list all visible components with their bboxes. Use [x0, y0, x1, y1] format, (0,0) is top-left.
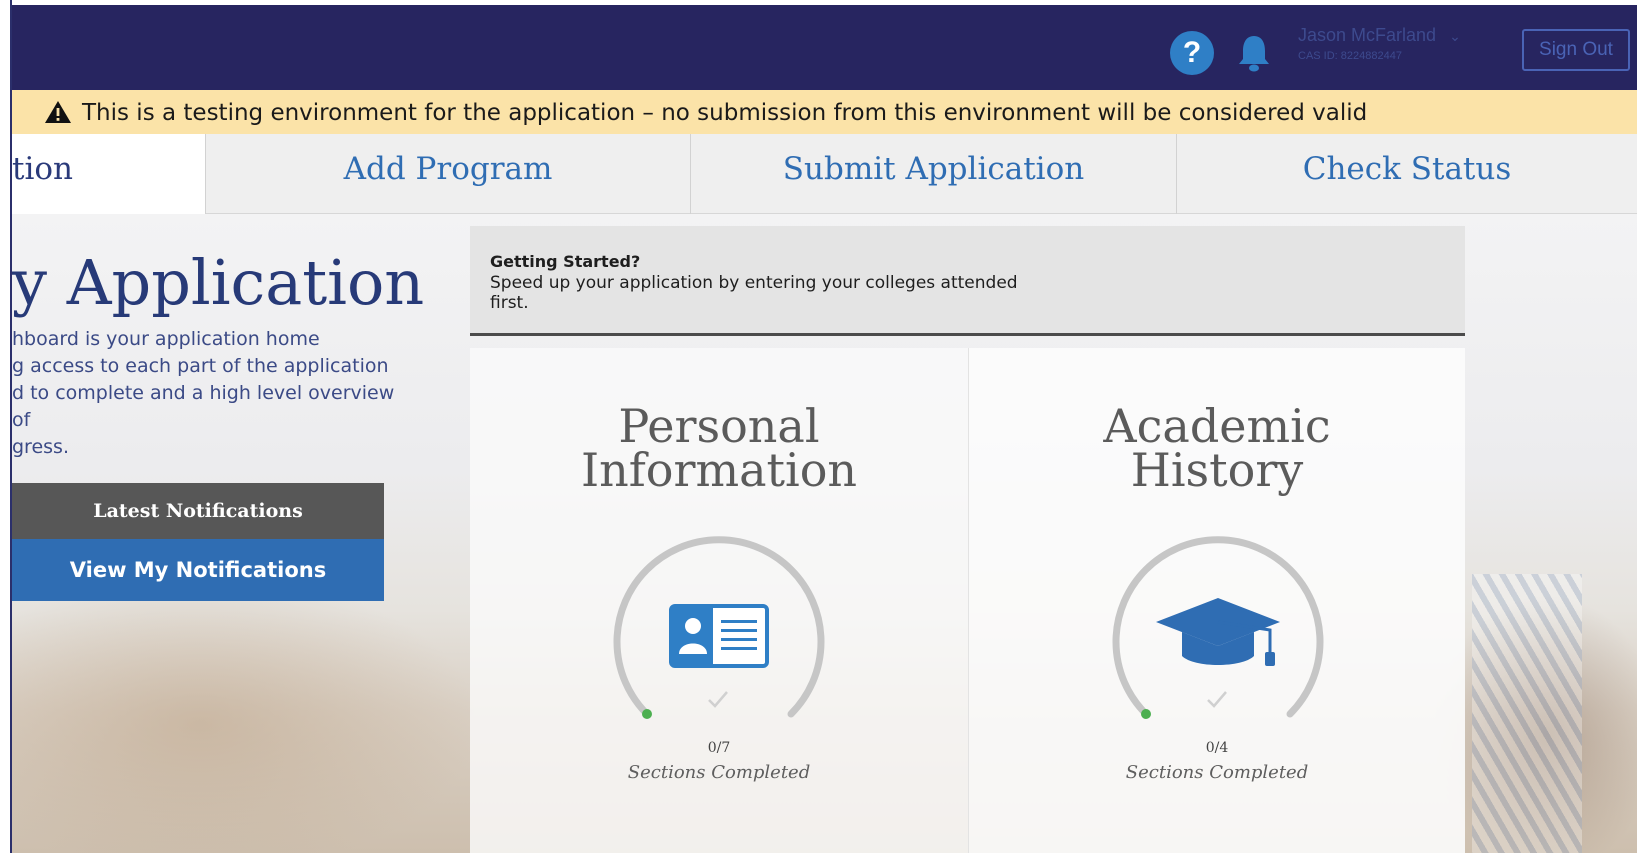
academic-history-card[interactable]: Academic History 0/4 Sections Completed: [968, 348, 1465, 853]
sign-out-button[interactable]: Sign Out: [1522, 29, 1630, 71]
progress-ring: [1112, 536, 1324, 719]
tab-my-application[interactable]: tion: [12, 134, 205, 214]
help-icon[interactable]: ?: [1170, 31, 1214, 75]
sections-count: 0/4: [1205, 740, 1229, 756]
getting-started-panel: Getting Started? Speed up your applicati…: [470, 226, 1465, 336]
intro-line: hboard is your application home: [12, 328, 320, 350]
hero-scarf-shape: [1472, 574, 1582, 853]
id-card-icon: [669, 604, 769, 668]
personal-information-card[interactable]: Personal Information 0/7 Sections Comple…: [470, 348, 968, 853]
page-title: y Application: [12, 246, 425, 319]
window-left-edge: [0, 0, 12, 853]
latest-notifications-heading: Latest Notifications: [12, 483, 384, 539]
warning-triangle-icon: [45, 101, 71, 123]
sections-count: 0/7: [707, 740, 731, 756]
card-title-line: History: [1130, 443, 1304, 497]
intro-line: d to complete and a high level overview …: [12, 382, 395, 431]
graduation-cap-icon: [1156, 598, 1280, 666]
chevron-down-icon[interactable]: ⌄: [1449, 29, 1461, 45]
card-title-line: Information: [580, 443, 858, 497]
sections-completed-label: Sections Completed: [627, 762, 811, 783]
banner-text: This is a testing environment for the ap…: [82, 100, 1368, 126]
card-title: Personal Information: [470, 399, 968, 497]
bell-icon[interactable]: [1237, 33, 1271, 73]
tab-submit-application[interactable]: Submit Application: [690, 134, 1176, 214]
tab-add-program[interactable]: Add Program: [205, 134, 690, 214]
card-title: Academic History: [969, 399, 1465, 497]
top-header: ? Jason McFarland ⌄ CAS ID: 8224882447 S…: [12, 5, 1637, 90]
sections-completed-label: Sections Completed: [1125, 762, 1309, 783]
getting-started-line: Speed up your application by entering yo…: [490, 273, 1018, 293]
intro-line: gress.: [12, 436, 69, 458]
hero-bench-shape: [12, 574, 482, 853]
tab-check-status[interactable]: Check Status: [1176, 134, 1637, 214]
user-menu[interactable]: Jason McFarland ⌄ CAS ID: 8224882447: [1298, 25, 1498, 75]
getting-started-line: first.: [490, 293, 529, 313]
card-title-line: Personal: [618, 399, 820, 453]
intro-text: hboard is your application home g access…: [12, 326, 412, 461]
app-window: ? Jason McFarland ⌄ CAS ID: 8224882447 S…: [0, 0, 1637, 853]
getting-started-text: Speed up your application by entering yo…: [490, 273, 1050, 313]
testing-environment-banner: This is a testing environment for the ap…: [12, 90, 1637, 134]
view-notifications-button[interactable]: View My Notifications: [12, 539, 384, 601]
progress-ring: [613, 536, 825, 719]
getting-started-title: Getting Started?: [490, 252, 641, 271]
user-name: Jason McFarland: [1298, 25, 1437, 45]
card-title-line: Academic: [1103, 399, 1331, 453]
intro-line: g access to each part of the application: [12, 355, 389, 377]
cas-id: CAS ID: 8224882447: [1298, 50, 1402, 62]
main-tabs: tion Add Program Submit Application Chec…: [12, 134, 1637, 214]
